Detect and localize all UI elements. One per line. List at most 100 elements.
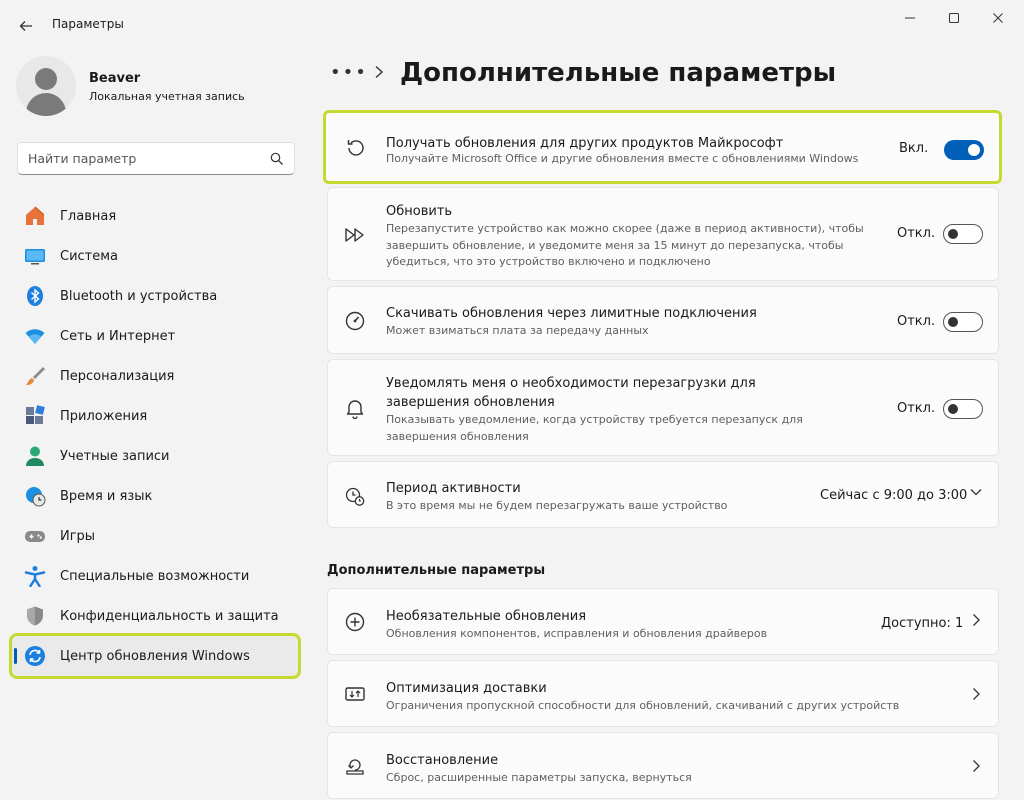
setting-card-delivery-optimization[interactable]: Оптимизация доставки Ограничения пропуск… — [327, 660, 999, 727]
profile-name: Beaver — [89, 71, 141, 86]
toggle-state-label: Откл. — [897, 401, 936, 416]
sidebar-item-label: Приложения — [60, 408, 148, 424]
title-bar: Параметры — [0, 0, 1024, 48]
monitor-icon — [24, 245, 46, 267]
home-icon — [24, 205, 46, 227]
setting-card-other-products: Получать обновления для других продуктов… — [323, 110, 1002, 184]
plus-circle-icon — [344, 611, 366, 633]
sidebar-item-label: Конфиденциальность и защита — [60, 608, 279, 624]
setting-title: Обновить — [386, 204, 453, 219]
gauge-icon — [344, 310, 366, 332]
sidebar-item-label: Сеть и Интернет — [60, 328, 176, 344]
setting-description: Ограничения пропускной способности для о… — [386, 699, 900, 712]
sidebar-item-label: Специальные возможности — [60, 568, 250, 584]
toggle-state-label: Откл. — [897, 314, 936, 329]
toggle-notify-restart[interactable] — [943, 399, 983, 419]
setting-title: Необязательные обновления — [386, 609, 587, 624]
setting-description: В это время мы не будем перезагружать ва… — [386, 499, 728, 512]
sidebar-item-privacy[interactable]: Конфиденциальность и защита — [12, 596, 298, 636]
fast-forward-icon — [344, 224, 366, 246]
sidebar-item-label: Игры — [60, 528, 96, 544]
sidebar-item-time-language[interactable]: Время и язык — [12, 476, 298, 516]
setting-card-notify-restart: Уведомлять меня о необходимости перезагр… — [327, 359, 999, 456]
search-box — [17, 142, 295, 175]
chevron-right-icon — [971, 687, 981, 705]
sidebar-item-label: Персонализация — [60, 368, 175, 384]
apps-icon — [24, 405, 46, 427]
setting-card-metered: Скачивать обновления через лимитные подк… — [327, 286, 999, 354]
accessibility-icon — [24, 565, 46, 587]
active-hours-icon — [344, 485, 366, 507]
close-button[interactable] — [976, 4, 1020, 32]
sidebar-item-accounts[interactable]: Учетные записи — [12, 436, 298, 476]
back-arrow-icon — [19, 21, 32, 31]
setting-card-restart-asap: Обновить Перезапустите устройство как мо… — [327, 187, 999, 281]
app-title: Параметры — [52, 17, 124, 31]
setting-card-active-hours[interactable]: Период активности В это время мы не буде… — [327, 461, 999, 528]
history-icon — [345, 137, 367, 159]
setting-description: Сброс, расширенные параметры запуска, ве… — [386, 771, 692, 784]
minimize-button[interactable] — [888, 4, 932, 32]
sidebar-item-windows-update[interactable]: Центр обновления Windows — [9, 633, 301, 679]
bluetooth-icon — [24, 285, 46, 307]
setting-card-optional-updates[interactable]: Необязательные обновления Обновления ком… — [327, 588, 999, 655]
toggle-state-label: Вкл. — [899, 141, 929, 156]
setting-title: Восстановление — [386, 753, 499, 768]
sidebar-item-label: Центр обновления Windows — [60, 648, 250, 664]
maximize-button[interactable] — [932, 4, 976, 32]
sidebar-item-label: Bluetooth и устройства — [60, 288, 218, 304]
sidebar-item-bluetooth[interactable]: Bluetooth и устройства — [12, 276, 298, 316]
delivery-icon — [344, 683, 366, 705]
sidebar-item-label: Система — [60, 248, 119, 264]
setting-card-recovery[interactable]: Восстановление Сброс, расширенные параме… — [327, 732, 999, 799]
brush-icon — [24, 365, 46, 387]
sidebar-item-gaming[interactable]: Игры — [12, 516, 298, 556]
windows-update-icon — [24, 645, 46, 667]
sidebar-item-accessibility[interactable]: Специальные возможности — [12, 556, 298, 596]
sidebar-item-network[interactable]: Сеть и Интернет — [12, 316, 298, 356]
toggle-restart-asap[interactable] — [943, 224, 983, 244]
profile-account-type: Локальная учетная запись — [89, 90, 245, 103]
toggle-state-label: Откл. — [897, 226, 936, 241]
wifi-icon — [24, 325, 46, 347]
shield-icon — [24, 605, 46, 627]
avatar-body — [26, 93, 66, 116]
sidebar-nav: Главная Система Bluetooth и устройства С… — [9, 196, 301, 679]
close-icon — [993, 13, 1003, 23]
active-hours-value: Сейчас с 9:00 до 3:00 — [820, 488, 968, 503]
optional-updates-count: Доступно: 1 — [881, 616, 964, 631]
toggle-metered[interactable] — [943, 312, 983, 332]
setting-title: Оптимизация доставки — [386, 681, 547, 696]
chevron-right-icon — [971, 613, 981, 631]
minimize-icon — [905, 17, 915, 19]
search-input[interactable] — [18, 143, 258, 174]
sidebar-item-label: Время и язык — [60, 488, 153, 504]
back-button[interactable] — [12, 12, 40, 40]
gamepad-icon — [24, 525, 46, 547]
globe-clock-icon — [24, 485, 46, 507]
chevron-right-icon — [971, 759, 981, 777]
page-title: Дополнительные параметры — [400, 58, 837, 88]
chevron-down-icon[interactable] — [969, 485, 983, 503]
breadcrumb-overflow-button[interactable]: ••• — [330, 62, 368, 83]
sidebar-item-label: Главная — [60, 208, 117, 224]
setting-title: Уведомлять меня о необходимости перезагр… — [386, 376, 756, 410]
setting-description: Перезапустите устройство как можно скоре… — [386, 222, 864, 268]
bell-icon — [344, 397, 366, 419]
sidebar-item-apps[interactable]: Приложения — [12, 396, 298, 436]
setting-title: Период активности — [386, 481, 521, 496]
sidebar-item-personalization[interactable]: Персонализация — [12, 356, 298, 396]
toggle-other-products[interactable] — [944, 140, 984, 160]
recovery-icon — [344, 755, 366, 777]
setting-title: Скачивать обновления через лимитные подк… — [386, 306, 757, 321]
setting-description: Получайте Microsoft Office и другие обно… — [386, 152, 859, 165]
search-icon[interactable] — [270, 152, 284, 166]
setting-description: Может взиматься плата за передачу данных — [386, 324, 649, 337]
setting-description: Показывать уведомление, когда устройству… — [386, 413, 803, 443]
sidebar-item-home[interactable]: Главная — [12, 196, 298, 236]
setting-description: Обновления компонентов, исправления и об… — [386, 627, 768, 640]
avatar-head — [35, 68, 57, 90]
sidebar-item-system[interactable]: Система — [12, 236, 298, 276]
avatar[interactable] — [16, 56, 76, 116]
account-icon — [24, 445, 46, 467]
